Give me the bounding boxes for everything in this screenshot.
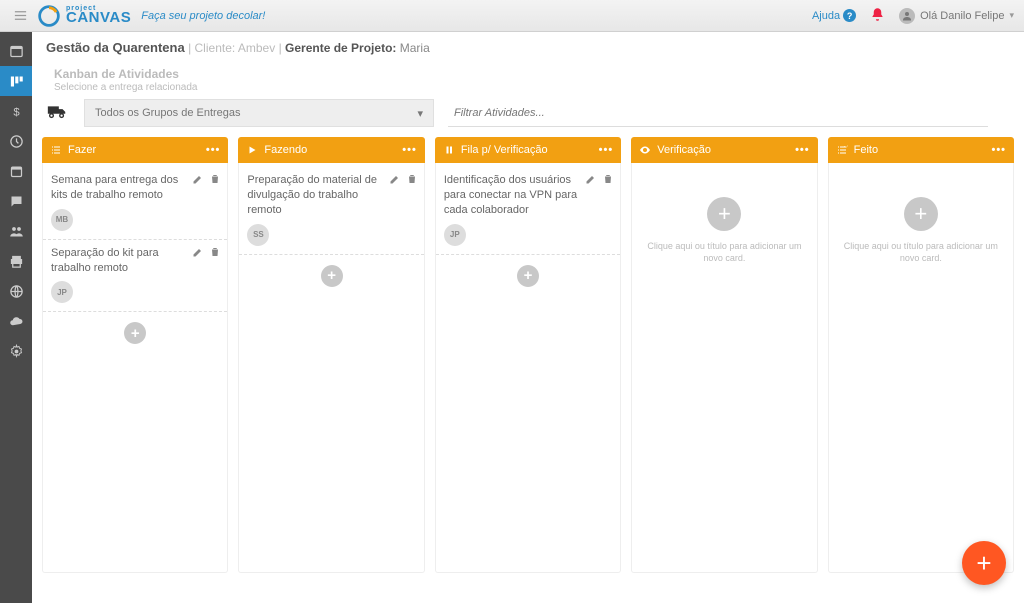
column-header: Fazer ••• [42, 137, 228, 163]
add-card-button[interactable]: + [707, 197, 741, 231]
column-icon [836, 144, 848, 156]
kanban-board: Fazer ••• Semana para entrega dos kits de … [32, 137, 1024, 583]
chevron-down-icon: ▾ [1009, 10, 1014, 21]
svg-text:$: $ [13, 106, 20, 118]
edit-card-button[interactable] [389, 173, 401, 188]
project-title: Gestão da Quarentena [46, 40, 185, 55]
canvas-logo-icon [38, 5, 60, 27]
kanban-column: Fazer ••• Semana para entrega dos kits de … [42, 137, 228, 573]
brand-logo[interactable]: project CANVAS [38, 5, 131, 27]
sidebar-item-cloud[interactable] [0, 306, 32, 336]
sidebar-item-kanban[interactable] [0, 66, 32, 96]
chevron-down-icon: ▾ [417, 107, 423, 120]
kanban-column: Feito ••• + Clique aqui ou título para adic… [828, 137, 1014, 573]
left-sidebar: $ [0, 32, 32, 603]
hamburger-icon [13, 8, 28, 23]
user-menu[interactable]: Olá Danilo Felipe ▾ [899, 8, 1014, 24]
column-title: Fila p/ Verificação [461, 144, 593, 156]
column-menu-button[interactable]: ••• [991, 144, 1006, 156]
column-body: Preparação do material de divulgação do … [238, 163, 424, 573]
column-icon [443, 144, 455, 156]
menu-toggle-button[interactable] [10, 6, 30, 26]
section-header: Kanban de Atividades Selecione a entrega… [32, 59, 1024, 93]
delivery-group-select[interactable]: Todos os Grupos de Entregas ▾ [84, 99, 434, 127]
empty-column: + Clique aqui ou título para adicionar um… [829, 167, 1013, 264]
card-avatar: JP [51, 281, 73, 303]
sidebar-item-chat[interactable] [0, 186, 32, 216]
add-card-button[interactable]: + [904, 197, 938, 231]
main-area: Gestão da Quarentena | Cliente: Ambev | … [32, 32, 1024, 603]
bell-icon [870, 7, 885, 22]
column-menu-button[interactable]: ••• [599, 144, 614, 156]
column-icon [639, 144, 651, 156]
kanban-column: Fazendo ••• Preparação do material de divu… [238, 137, 424, 573]
column-body: Identificação dos usuários para conectar… [435, 163, 621, 573]
sidebar-item-calendar[interactable] [0, 156, 32, 186]
empty-column-text: Clique aqui ou título para adicionar um … [829, 241, 1013, 264]
brand-tagline: Faça seu projeto decolar! [141, 10, 265, 22]
delete-card-button[interactable] [602, 173, 614, 188]
fab-add-button[interactable]: + [962, 541, 1006, 585]
column-header: Fila p/ Verificação ••• [435, 137, 621, 163]
filter-row: Todos os Grupos de Entregas ▾ [32, 93, 1024, 137]
add-card-button[interactable]: + [321, 265, 343, 287]
empty-column-text: Clique aqui ou título para adicionar um … [632, 241, 816, 264]
column-header: Verificação ••• [631, 137, 817, 163]
column-menu-button[interactable]: ••• [402, 144, 417, 156]
kanban-card[interactable]: Identificação dos usuários para conectar… [436, 167, 620, 255]
add-card-button[interactable]: + [517, 265, 539, 287]
sidebar-item-time[interactable] [0, 126, 32, 156]
column-title: Verificação [657, 144, 789, 156]
column-icon [50, 144, 62, 156]
kanban-card[interactable]: Separação do kit para trabalho remotoJP [43, 240, 227, 313]
kanban-card[interactable]: Preparação do material de divulgação do … [239, 167, 423, 255]
notifications-button[interactable] [870, 7, 885, 25]
breadcrumb: Gestão da Quarentena | Cliente: Ambev | … [32, 32, 1024, 59]
kanban-column: Fila p/ Verificação ••• Identificação dos … [435, 137, 621, 573]
delete-card-button[interactable] [209, 173, 221, 188]
column-body: + Clique aqui ou título para adicionar um… [828, 163, 1014, 573]
logo-big-text: CANVAS [66, 12, 131, 25]
edit-card-button[interactable] [585, 173, 597, 188]
top-header: project CANVAS Faça seu projeto decolar!… [0, 0, 1024, 32]
sidebar-item-dashboard[interactable] [0, 36, 32, 66]
column-body: + Clique aqui ou título para adicionar um… [631, 163, 817, 573]
sidebar-item-print[interactable] [0, 246, 32, 276]
sidebar-item-team[interactable] [0, 216, 32, 246]
column-header: Feito ••• [828, 137, 1014, 163]
column-title: Fazendo [264, 144, 396, 156]
column-header: Fazendo ••• [238, 137, 424, 163]
help-link[interactable]: Ajuda ? [812, 9, 856, 22]
add-card-button[interactable]: + [124, 322, 146, 344]
truck-icon [46, 100, 70, 127]
delete-card-button[interactable] [209, 246, 221, 261]
delete-card-button[interactable] [406, 173, 418, 188]
card-avatar: MB [51, 209, 73, 231]
help-icon: ? [843, 9, 856, 22]
column-body: Semana para entrega dos kits de trabalho… [42, 163, 228, 573]
card-avatar: JP [444, 224, 466, 246]
user-avatar-icon [899, 8, 915, 24]
column-menu-button[interactable]: ••• [795, 144, 810, 156]
sidebar-item-settings[interactable] [0, 336, 32, 366]
column-title: Feito [854, 144, 986, 156]
column-title: Fazer [68, 144, 200, 156]
column-icon [246, 144, 258, 156]
card-avatar: SS [247, 224, 269, 246]
column-menu-button[interactable]: ••• [206, 144, 221, 156]
edit-card-button[interactable] [192, 173, 204, 188]
kanban-card[interactable]: Semana para entrega dos kits de trabalho… [43, 167, 227, 240]
sidebar-item-globe[interactable] [0, 276, 32, 306]
search-input[interactable] [448, 99, 988, 127]
sidebar-item-finance[interactable]: $ [0, 96, 32, 126]
edit-card-button[interactable] [192, 246, 204, 261]
kanban-column: Verificação ••• + Clique aqui ou título par… [631, 137, 817, 573]
empty-column: + Clique aqui ou título para adicionar um… [632, 167, 816, 264]
